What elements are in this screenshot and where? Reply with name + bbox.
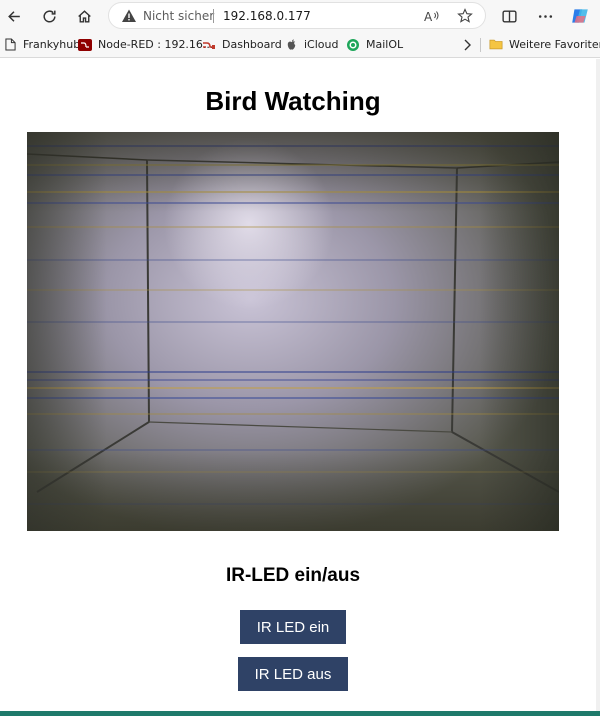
address-bar[interactable]: Nicht sicher 192.168.0.177 A [108, 2, 486, 29]
more-icon[interactable] [532, 3, 558, 29]
bookmarks-bar: Frankyhub Node-RED : 192.16... Dashboard… [0, 31, 600, 58]
bookmark-label: Node-RED : 192.16... [98, 38, 214, 51]
copilot-icon[interactable] [567, 3, 593, 29]
address-divider [213, 9, 214, 23]
reload-icon[interactable] [36, 3, 62, 29]
bookmark-frankyhub[interactable]: Frankyhub [3, 36, 80, 53]
warning-icon[interactable] [121, 8, 137, 24]
split-screen-icon[interactable] [496, 3, 522, 29]
star-icon[interactable] [457, 8, 473, 24]
bookmark-dashboard[interactable]: Dashboard [202, 36, 282, 53]
bookmark-node-red[interactable]: Node-RED : 192.16... [78, 36, 213, 53]
page-title: Bird Watching [205, 86, 381, 116]
bookmark-icloud[interactable]: iCloud [284, 36, 338, 53]
mail-icon [346, 38, 360, 52]
bookmark-label: MailOL [366, 38, 404, 51]
more-favorites[interactable]: Weitere Favoriten [489, 36, 600, 53]
folder-icon [489, 38, 503, 52]
read-aloud-icon[interactable]: A [423, 8, 440, 25]
security-label[interactable]: Nicht sicher [143, 9, 214, 23]
url-text[interactable]: 192.168.0.177 [223, 9, 311, 23]
bookmark-label: iCloud [304, 38, 339, 51]
camera-stream [27, 132, 559, 531]
ir-led-on-button[interactable]: IR LED ein [240, 610, 346, 644]
page-content: Bird Watching IR-LED ein/aus IR LED ein … [0, 59, 596, 711]
bookmark-label: Dashboard [222, 38, 282, 51]
arrow-left-icon[interactable] [1, 3, 27, 29]
svg-text:A: A [424, 10, 433, 24]
scrollbar[interactable] [596, 59, 600, 711]
ir-led-heading: IR-LED ein/aus [225, 565, 361, 586]
more-favorites-label: Weitere Favoriten [509, 38, 600, 51]
node-red-icon [78, 38, 92, 52]
browser-toolbar: Nicht sicher 192.168.0.177 A [0, 0, 600, 31]
ir-led-off-button[interactable]: IR LED aus [238, 657, 348, 691]
bookmarks-divider [480, 38, 481, 52]
bookmark-mailol[interactable]: MailOL [346, 36, 403, 53]
window-bottom-border [0, 711, 600, 716]
home-icon[interactable] [71, 3, 97, 29]
chevron-right-icon[interactable] [462, 36, 472, 53]
apple-icon [284, 38, 298, 52]
page-icon [3, 38, 17, 52]
bookmark-label: Frankyhub [23, 38, 81, 51]
dashboard-icon [202, 38, 216, 52]
